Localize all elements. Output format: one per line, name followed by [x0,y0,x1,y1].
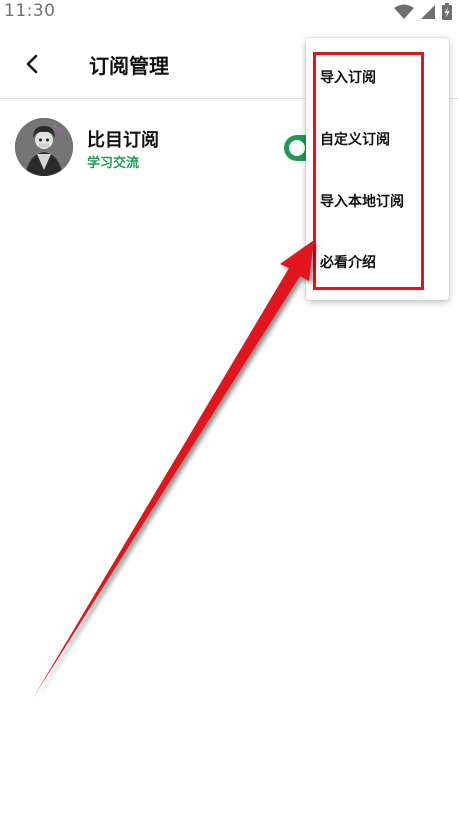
chevron-left-icon [26,54,38,74]
back-button[interactable] [16,48,48,80]
subscription-tag: 学习交流 [87,156,140,171]
status-time: 11:30 [4,1,56,21]
cell-signal-icon [421,4,435,19]
subscription-name: 比目订阅 [87,130,159,151]
menu-item-must-read-intro[interactable]: 必看介绍 [320,243,440,283]
status-bar: 11:30 [0,0,458,24]
battery-charging-icon [442,3,452,20]
avatar [15,118,73,176]
page-title: 订阅管理 [89,54,169,78]
popup-menu: 导入订阅 自定义订阅 导入本地订阅 必看介绍 [306,38,449,300]
menu-item-import-local-subscription[interactable]: 导入本地订阅 [320,182,440,222]
menu-item-import-subscription[interactable]: 导入订阅 [320,58,440,98]
avatar-image [15,118,73,176]
wifi-icon [394,4,414,19]
menu-item-custom-subscription[interactable]: 自定义订阅 [320,120,440,160]
status-icons [394,3,452,20]
toggle-knob [289,140,305,156]
